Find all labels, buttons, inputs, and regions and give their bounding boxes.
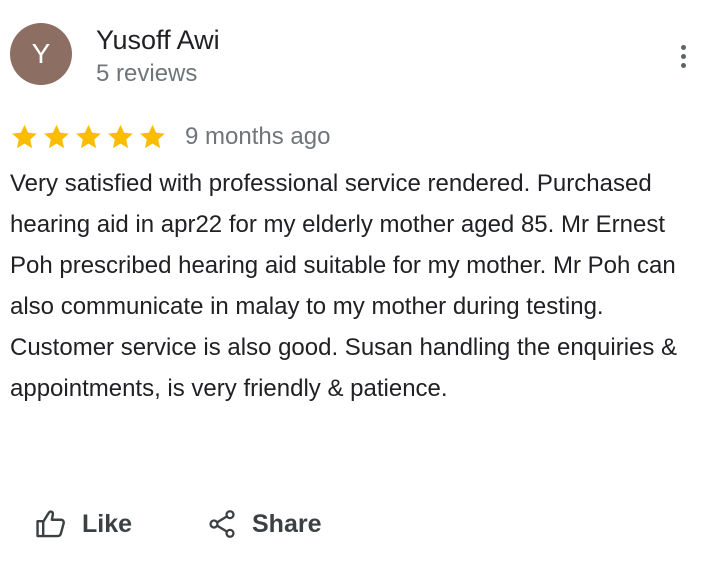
thumbs-up-icon xyxy=(34,507,68,541)
share-button[interactable]: Share xyxy=(206,503,321,545)
review-card: Y Yusoff Awi 5 reviews 9 months ago Very… xyxy=(0,0,701,562)
share-label: Share xyxy=(252,509,322,538)
reviewer-review-count: 5 reviews xyxy=(96,60,198,87)
more-vertical-icon xyxy=(680,44,686,50)
more-vertical-icon-dot xyxy=(680,62,686,68)
like-label: Like xyxy=(82,509,133,538)
star-rating xyxy=(10,123,167,151)
star-icon xyxy=(12,124,37,149)
star-icon xyxy=(44,124,69,149)
reviewer-name[interactable]: Yusoff Awi xyxy=(96,24,220,56)
star-icon xyxy=(108,124,133,149)
avatar[interactable]: Y xyxy=(10,23,72,85)
star-icon xyxy=(76,124,101,149)
more-options-button[interactable] xyxy=(666,38,700,74)
star-icon xyxy=(140,124,165,149)
like-button[interactable]: Like xyxy=(34,503,132,545)
share-icon xyxy=(206,508,238,540)
avatar-initial: Y xyxy=(31,38,51,69)
more-vertical-icon-dot xyxy=(680,53,686,59)
review-text: Very satisfied with professional service… xyxy=(10,170,678,402)
rating-row: 9 months ago xyxy=(10,120,330,154)
review-date: 9 months ago xyxy=(185,123,331,150)
